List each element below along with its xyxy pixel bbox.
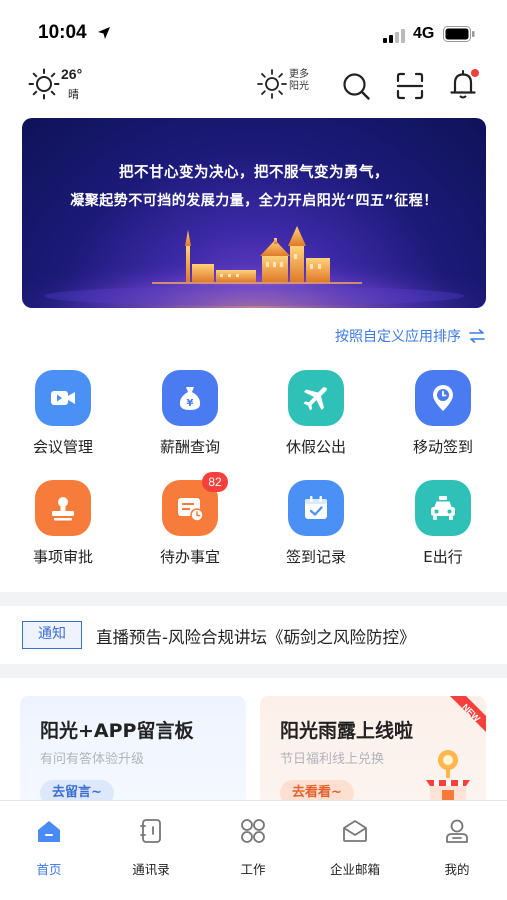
section-divider — [0, 592, 507, 606]
stamp-icon — [35, 480, 91, 536]
notice-bar[interactable]: 通知 直播预告-风险合规讲坛《砺剑之风险防控》 — [0, 608, 507, 664]
card-subtitle: 节日福利线上兑换 — [280, 752, 385, 767]
section-divider — [0, 664, 507, 678]
app-todo[interactable]: 82 待办事宜 — [140, 472, 240, 590]
more-sunshine-icon[interactable] — [256, 68, 288, 100]
top-toolbar: 26° 晴 更多阳光 — [0, 60, 507, 110]
app-label: 事项审批 — [32, 548, 93, 566]
tab-profile[interactable]: 我的 — [412, 813, 502, 883]
video-camera-icon — [35, 370, 91, 426]
tab-label: 工作 — [240, 862, 266, 877]
status-time: 10:04 — [38, 22, 87, 43]
app-meeting-management[interactable]: 会议管理 — [13, 370, 113, 480]
airplane-icon — [288, 370, 344, 426]
new-ribbon: NEW — [450, 696, 486, 732]
card-subtitle: 有问有答体验升级 — [40, 752, 145, 767]
taxi-icon — [415, 480, 471, 536]
tab-contacts[interactable]: 通讯录 — [106, 813, 196, 883]
card-title: 阳光+APP留言板 — [40, 720, 194, 742]
tab-label: 首页 — [36, 862, 62, 877]
more-sunshine-label[interactable]: 更多阳光 — [289, 69, 315, 93]
app-label: 会议管理 — [32, 438, 93, 456]
custom-sort-label: 按照自定义应用排序 — [335, 329, 461, 345]
app-checkin-records[interactable]: 签到记录 — [266, 480, 366, 590]
calendar-check-icon — [288, 480, 344, 536]
money-bag-icon: ¥ — [162, 370, 218, 426]
app-label: 休假公出 — [285, 438, 346, 456]
swap-arrows-icon — [469, 329, 485, 343]
app-label: 签到记录 — [285, 548, 346, 566]
custom-sort-link[interactable]: 按照自定义应用排序 — [335, 326, 485, 346]
app-salary-query[interactable]: ¥ 薪酬查询 — [140, 370, 240, 480]
tab-email[interactable]: 企业邮箱 — [310, 813, 400, 883]
contacts-book-icon — [140, 819, 161, 843]
tab-label: 企业邮箱 — [329, 862, 380, 877]
app-label: E出行 — [423, 548, 463, 566]
tab-home[interactable]: 首页 — [4, 813, 94, 883]
rain-dew-card[interactable]: 阳光雨露上线啦 节日福利线上兑换 去看看~ NEW — [260, 696, 486, 806]
banner-line-1: 把不甘心变为决心，把不服气变为勇气， — [119, 165, 389, 181]
card-title: 阳光雨露上线啦 — [280, 720, 414, 742]
app-leave-trip[interactable]: 休假公出 — [266, 370, 366, 480]
app-approval[interactable]: 事项审批 — [13, 480, 113, 590]
todo-count-badge: 82 — [202, 472, 228, 492]
home-icon — [38, 821, 60, 842]
app-mobile-checkin[interactable]: 移动签到 — [393, 370, 493, 480]
app-e-travel[interactable]: E出行 — [393, 480, 493, 590]
app-label: 移动签到 — [412, 438, 473, 456]
notification-bell-icon[interactable] — [446, 66, 482, 102]
mail-icon — [343, 820, 367, 842]
work-grid-icon — [241, 819, 265, 843]
network-type: 4G — [413, 25, 435, 42]
profile-icon — [446, 819, 468, 843]
weather-condition: 晴 — [68, 88, 79, 101]
search-icon[interactable] — [340, 70, 372, 102]
tab-label: 我的 — [444, 862, 470, 877]
signal-icon — [383, 29, 405, 43]
tab-label: 通讯录 — [132, 862, 170, 877]
tab-work[interactable]: 工作 — [208, 813, 298, 883]
city-skyline-illustration — [22, 218, 486, 308]
message-board-card[interactable]: 阳光+APP留言板 有问有答体验升级 去留言~ — [20, 696, 246, 806]
battery-icon — [443, 26, 475, 42]
location-clock-icon — [415, 370, 471, 426]
svg-text:¥: ¥ — [187, 398, 194, 409]
notice-text[interactable]: 直播预告-风险合规讲坛《砺剑之风险防控》 — [96, 624, 415, 648]
promo-banner[interactable]: 把不甘心变为决心，把不服气变为勇气， 凝聚起势不可挡的发展力量，全力开启阳光“四… — [22, 118, 486, 308]
temperature: 26° — [61, 66, 83, 82]
sun-weather-icon[interactable] — [28, 68, 60, 100]
app-label: 薪酬查询 — [159, 438, 220, 456]
scan-icon[interactable] — [394, 70, 426, 102]
location-arrow-icon — [98, 27, 110, 39]
notice-tag: 通知 — [22, 621, 82, 649]
status-bar: 10:04 4G — [0, 0, 507, 56]
gift-shop-illustration — [426, 750, 470, 800]
bottom-tab-bar: 首页 通讯录 工作 企业邮箱 我的 — [0, 800, 507, 900]
banner-line-2: 凝聚起势不可挡的发展力量，全力开启阳光“四五”征程！ — [70, 193, 438, 209]
app-label: 待办事宜 — [159, 548, 220, 566]
